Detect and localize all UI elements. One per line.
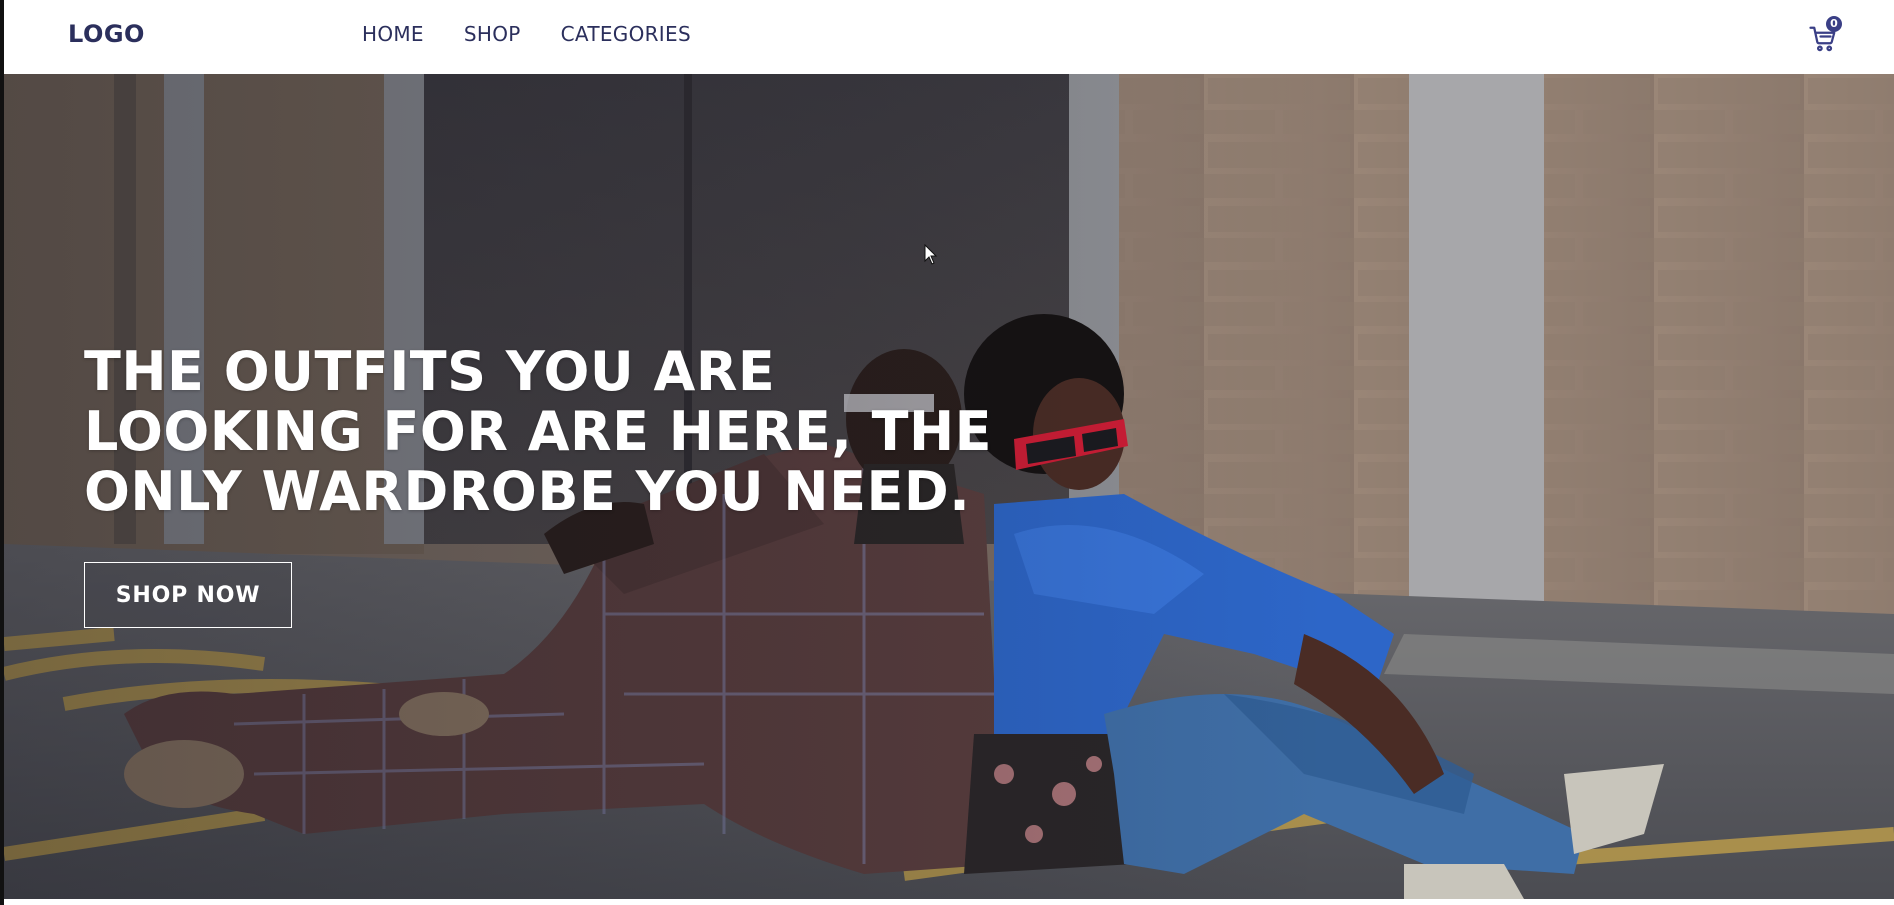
main-nav: HOME SHOP CATEGORIES — [362, 22, 691, 46]
page: LOGO HOME SHOP CATEGORIES 0 THE OUTFITS … — [0, 0, 1894, 905]
hero-title: THE OUTFITS YOU ARE LOOKING FOR ARE HERE… — [84, 340, 993, 523]
shop-now-button[interactable]: SHOP NOW — [84, 562, 292, 628]
cart-button[interactable]: 0 — [1808, 16, 1842, 52]
nav-item-categories: CATEGORIES — [561, 22, 691, 46]
nav-link-categories[interactable]: CATEGORIES — [561, 22, 691, 46]
site-logo[interactable]: LOGO — [68, 20, 145, 48]
site-header: LOGO HOME SHOP CATEGORIES 0 — [4, 0, 1894, 74]
nav-link-home[interactable]: HOME — [362, 22, 424, 46]
cart-count-badge: 0 — [1826, 16, 1842, 32]
nav-item-home: HOME — [362, 22, 424, 46]
hero-banner: THE OUTFITS YOU ARE LOOKING FOR ARE HERE… — [4, 74, 1894, 899]
nav-item-shop: SHOP — [464, 22, 521, 46]
nav-link-shop[interactable]: SHOP — [464, 22, 521, 46]
mouse-cursor-icon — [924, 244, 938, 265]
